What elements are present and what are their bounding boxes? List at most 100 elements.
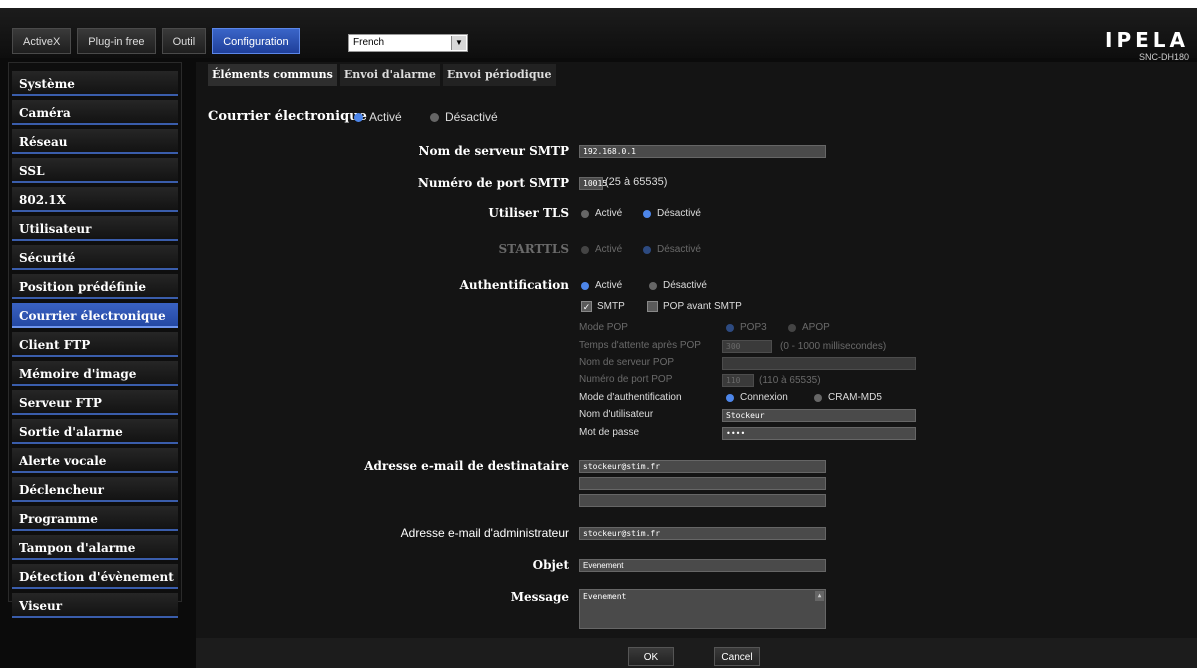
checkbox-empty-icon: [647, 301, 658, 312]
nav-outil-button[interactable]: Outil: [161, 28, 207, 54]
nav-activex-button[interactable]: ActiveX: [12, 28, 72, 54]
password-input[interactable]: ••••: [722, 427, 916, 440]
radio-on-icon: [354, 112, 363, 122]
tab-elements-communs[interactable]: Éléments communs: [208, 64, 337, 86]
radio-off-icon: [430, 112, 439, 122]
pop-before-smtp-label: POP avant SMTP: [663, 301, 742, 312]
sidebar-item-viseur[interactable]: Viseur: [12, 593, 178, 618]
username-input[interactable]: Stockeur: [722, 409, 916, 422]
sidebar-item-camera[interactable]: Caméra: [12, 100, 178, 125]
email-off-label: Désactivé: [445, 110, 498, 124]
cram-md5-label: CRAM-MD5: [828, 392, 882, 403]
pop-mode-label: Mode POP: [579, 322, 628, 333]
recipient-input-2[interactable]: [579, 477, 826, 490]
tls-on-label: Activé: [595, 208, 623, 219]
sidebar-item-ssl[interactable]: SSL: [12, 158, 178, 183]
password-label: Mot de passe: [579, 427, 640, 438]
sidebar-item-tampon-alarme[interactable]: Tampon d'alarme: [12, 535, 178, 560]
radio-on-icon: [726, 393, 734, 402]
auth-on-radio[interactable]: Activé: [581, 280, 622, 291]
connexion-radio[interactable]: Connexion: [726, 392, 788, 403]
sidebar-item-programme[interactable]: Programme: [12, 506, 178, 531]
sidebar-item-declencheur[interactable]: Déclencheur: [12, 477, 178, 502]
radio-on-icon: [726, 323, 734, 332]
pop-server-input[interactable]: [722, 357, 916, 370]
tab-envoi-periodique[interactable]: Envoi périodique: [442, 64, 556, 86]
email-off-radio[interactable]: Désactivé: [430, 110, 498, 124]
sidebar-item-alerte-vocale[interactable]: Alerte vocale: [12, 448, 178, 473]
footer: OK Cancel: [196, 638, 1197, 668]
sidebar-item-serveur-ftp[interactable]: Serveur FTP: [12, 390, 178, 415]
top-navigation: ActiveX Plug-in free Outil Configuration: [12, 28, 306, 56]
admin-label: Adresse e-mail d'administrateur: [400, 526, 569, 540]
sidebar-item-systeme[interactable]: Système: [12, 71, 178, 96]
radio-on-icon: [643, 209, 651, 218]
admin-input[interactable]: stockeur@stim.fr: [579, 527, 826, 540]
sidebar-item-securite[interactable]: Sécurité: [12, 245, 178, 270]
top-bar: ActiveX Plug-in free Outil Configuration…: [0, 0, 1197, 62]
language-select-value: French: [353, 37, 385, 48]
starttls-off-radio[interactable]: Désactivé: [643, 244, 701, 255]
email-on-radio[interactable]: Activé: [354, 110, 402, 124]
recipient-input-1[interactable]: stockeur@stim.fr: [579, 460, 826, 473]
pop-wait-input[interactable]: 300: [722, 340, 772, 353]
starttls-off-label: Désactivé: [657, 244, 701, 255]
cram-md5-radio[interactable]: CRAM-MD5: [814, 392, 882, 403]
subject-input[interactable]: Evenement: [579, 559, 826, 572]
sidebar-item-utilisateur[interactable]: Utilisateur: [12, 216, 178, 241]
message-text: Evenement: [583, 592, 627, 601]
auth-off-label: Désactivé: [663, 280, 707, 291]
auth-label: Authentification: [459, 278, 569, 292]
cancel-button[interactable]: Cancel: [714, 647, 760, 666]
radio-on-icon: [581, 281, 589, 290]
message-label: Message: [510, 590, 569, 604]
sidebar-item-position-predefinie[interactable]: Position prédéfinie: [12, 274, 178, 299]
smtp-checkbox-label: SMTP: [597, 301, 625, 312]
scrollbar-up-icon[interactable]: ▲: [815, 591, 824, 601]
pop-port-input[interactable]: 110: [722, 374, 754, 387]
radio-off-icon: [581, 245, 589, 254]
sidebar-item-memoire-image[interactable]: Mémoire d'image: [12, 361, 178, 386]
message-textarea[interactable]: Evenement ▲: [579, 589, 826, 629]
brand-logo: IPELA: [1105, 28, 1189, 52]
auth-on-label: Activé: [595, 280, 623, 291]
pop3-label: POP3: [740, 322, 767, 333]
pop-port-label: Numéro de port POP: [579, 374, 673, 385]
apop-label: APOP: [802, 322, 830, 333]
smtp-server-input[interactable]: 192.168.0.1: [579, 145, 826, 158]
starttls-label: STARTTLS: [498, 242, 569, 256]
sidebar-item-courrier-electronique[interactable]: Courrier électronique: [12, 303, 178, 328]
smtp-checkbox[interactable]: ✓ SMTP: [581, 301, 625, 312]
sidebar-item-reseau[interactable]: Réseau: [12, 129, 178, 154]
chevron-down-icon[interactable]: ▼: [451, 36, 466, 50]
pop3-radio[interactable]: POP3: [726, 322, 767, 333]
nav-configuration-button[interactable]: Configuration: [212, 28, 300, 54]
auth-off-radio[interactable]: Désactivé: [649, 280, 707, 291]
tls-off-radio[interactable]: Désactivé: [643, 208, 701, 219]
sidebar-item-client-ftp[interactable]: Client FTP: [12, 332, 178, 357]
pop-port-range: (110 à 65535): [759, 375, 821, 386]
pop-server-label: Nom de serveur POP: [579, 357, 675, 368]
subject-label: Objet: [532, 558, 569, 572]
pop-before-smtp-checkbox[interactable]: POP avant SMTP: [647, 301, 742, 312]
model-name: SNC-DH180: [1138, 52, 1189, 62]
email-label: Courrier électronique: [208, 109, 367, 124]
ok-button[interactable]: OK: [628, 647, 674, 666]
radio-off-icon: [581, 209, 589, 218]
nav-plugin-free-button[interactable]: Plug-in free: [77, 28, 156, 54]
starttls-on-radio[interactable]: Activé: [581, 244, 622, 255]
recipient-input-3[interactable]: [579, 494, 826, 507]
sidebar-item-sortie-alarme[interactable]: Sortie d'alarme: [12, 419, 178, 444]
main-panel: Éléments communs Envoi d'alarme Envoi pé…: [196, 62, 1197, 668]
smtp-port-input[interactable]: 10015: [579, 177, 607, 190]
sidebar-item-8021x[interactable]: 802.1X: [12, 187, 178, 212]
sidebar-item-detection-evenement[interactable]: Détection d'évènement: [12, 564, 178, 589]
language-select[interactable]: French ▼: [348, 34, 468, 52]
tls-on-radio[interactable]: Activé: [581, 208, 622, 219]
apop-radio[interactable]: APOP: [788, 322, 830, 333]
tab-envoi-alarme[interactable]: Envoi d'alarme: [339, 64, 440, 86]
radio-off-icon: [788, 323, 796, 332]
sidebar: Système Caméra Réseau SSL 802.1X Utilisa…: [8, 62, 182, 618]
connexion-label: Connexion: [740, 392, 788, 403]
email-on-label: Activé: [369, 110, 402, 124]
